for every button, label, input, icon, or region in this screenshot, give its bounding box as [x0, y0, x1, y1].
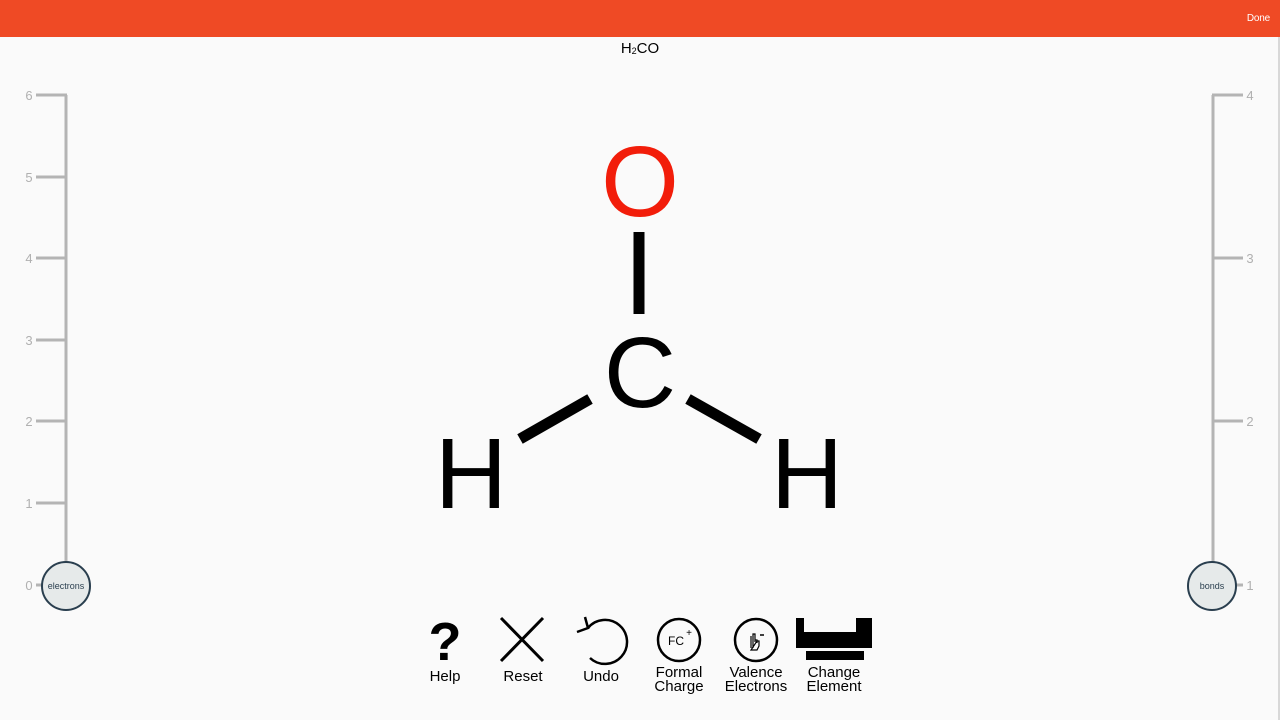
change-element-button[interactable]: Change Element — [794, 614, 874, 694]
formal-charge-label-2: Charge — [654, 678, 704, 695]
molecule-canvas: O C H H — [435, 126, 843, 530]
atom-hydrogen-left[interactable]: H — [435, 418, 507, 530]
undo-icon — [576, 616, 629, 666]
formal-charge-icon: FC + — [656, 617, 702, 663]
bond-c-h-left[interactable] — [517, 394, 593, 444]
hand-pointer-icon — [733, 617, 779, 663]
close-icon — [499, 616, 545, 663]
valence-electrons-button[interactable]: Valence Electrons — [716, 614, 796, 694]
svg-text:?: ? — [429, 614, 462, 664]
atom-hydrogen-right[interactable]: H — [771, 418, 843, 530]
reset-button[interactable]: Reset — [483, 614, 563, 684]
change-element-label-2: Element — [806, 678, 862, 695]
undo-label: Undo — [583, 668, 619, 685]
svg-text:+: + — [686, 628, 692, 639]
help-label: Help — [429, 668, 461, 685]
help-button[interactable]: ? Help — [405, 614, 485, 684]
periodic-table-icon — [796, 618, 872, 660]
valence-electrons-label-2: Electrons — [724, 678, 788, 695]
bond-c-h-right[interactable] — [685, 394, 762, 444]
atom-oxygen[interactable]: O — [601, 126, 679, 238]
question-mark-icon: ? — [429, 614, 462, 664]
reset-label: Reset — [503, 668, 543, 685]
atom-carbon[interactable]: C — [604, 317, 676, 429]
formal-charge-button[interactable]: FC + Formal Charge — [639, 614, 719, 694]
svg-text:FC: FC — [668, 634, 684, 648]
undo-button[interactable]: Undo — [561, 614, 641, 684]
